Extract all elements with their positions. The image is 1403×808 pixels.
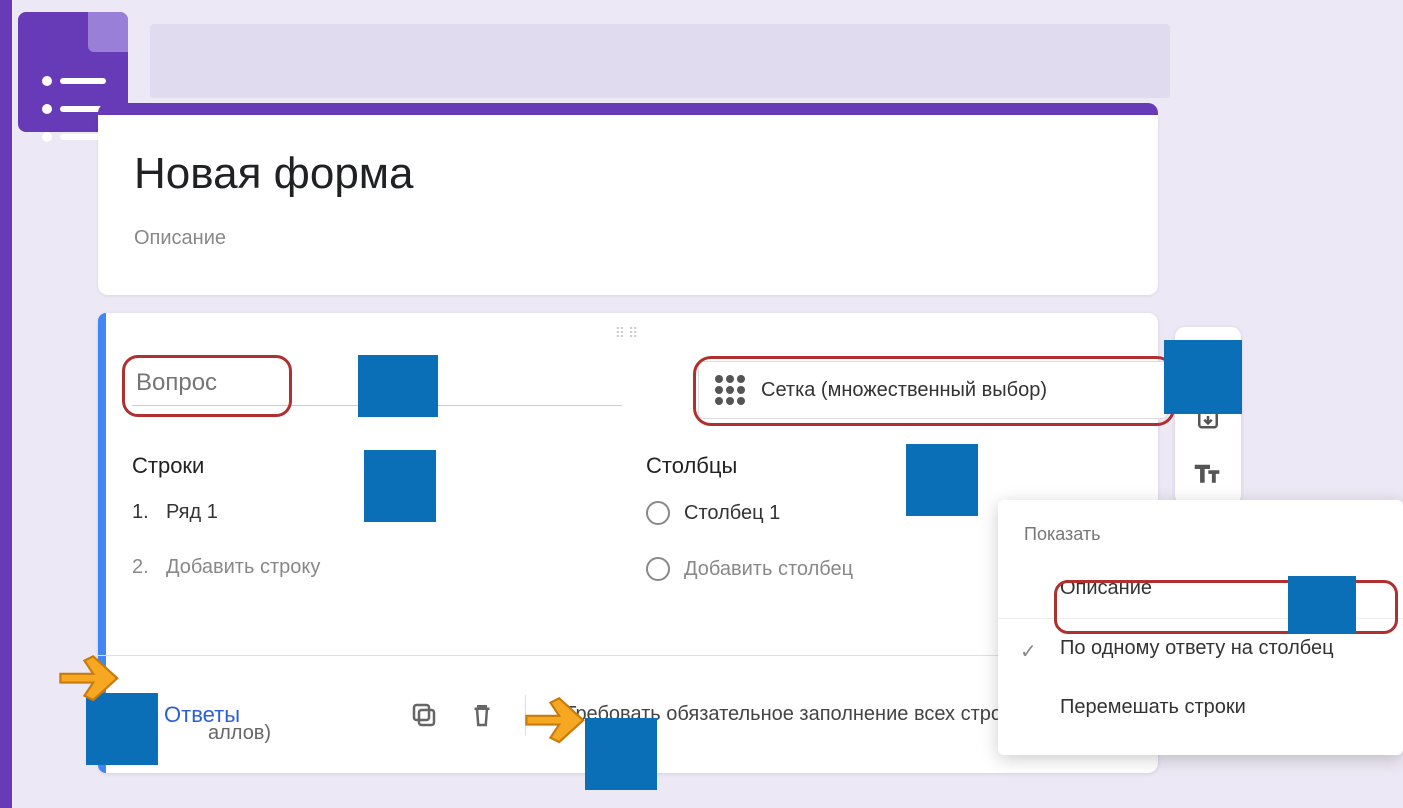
annotation-block [906, 444, 978, 516]
menu-item-shuffle-rows[interactable]: Перемешать строки [998, 678, 1403, 737]
pointer-hand-icon [522, 688, 592, 748]
add-row[interactable]: 2.Добавить строку [132, 556, 592, 579]
question-type-dropdown[interactable]: Сетка (множественный выбор) [698, 361, 1168, 419]
rows-heading: Строки [132, 453, 592, 479]
points-text: аллов) [208, 722, 271, 745]
annotation-block [358, 355, 438, 417]
annotation-block [585, 718, 657, 790]
form-title[interactable]: Новая форма [134, 149, 1122, 199]
left-accent-strip [0, 0, 12, 808]
form-header-card: Новая форма Описание [98, 115, 1158, 295]
grid-icon [715, 375, 745, 405]
cols-heading: Столбцы [646, 453, 1106, 479]
menu-header: Показать [998, 518, 1403, 559]
top-toolbar-placeholder [150, 24, 1170, 98]
form-description[interactable]: Описание [134, 227, 1122, 250]
annotation-block [1164, 340, 1242, 414]
svg-text:T: T [1196, 462, 1210, 487]
row-item[interactable]: 1.Ряд 1 [132, 501, 592, 524]
check-icon: ✓ [1020, 639, 1037, 664]
duplicate-icon[interactable] [409, 700, 439, 730]
radio-icon [646, 557, 670, 581]
add-title-icon[interactable]: TT [1193, 459, 1223, 489]
svg-text:T: T [1209, 469, 1218, 486]
radio-icon [646, 501, 670, 525]
delete-icon[interactable] [467, 700, 497, 730]
pointer-hand-icon [56, 646, 126, 706]
annotation-block [364, 450, 436, 522]
question-type-label: Сетка (множественный выбор) [761, 379, 1047, 402]
annotation-block [1288, 576, 1356, 634]
